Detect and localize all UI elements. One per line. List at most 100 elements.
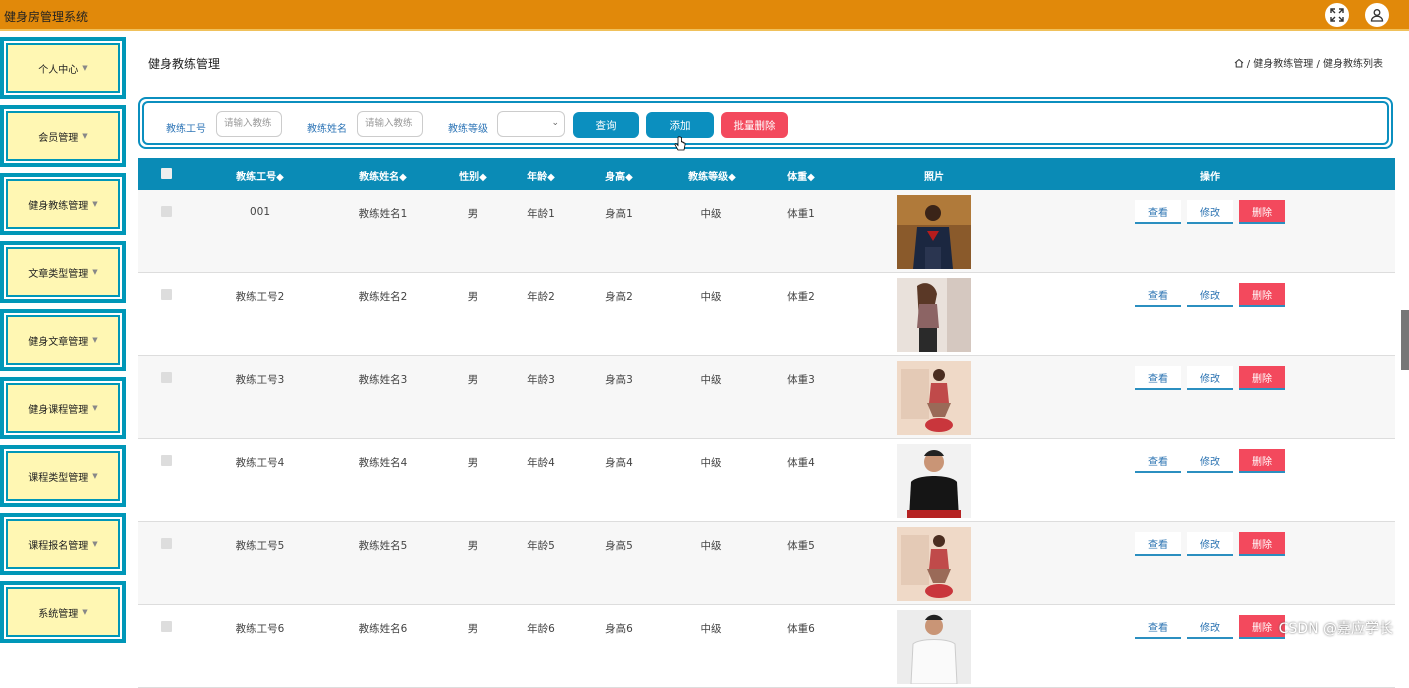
gender-cell: 男	[453, 621, 493, 636]
column-header-actions: 操作	[1190, 168, 1230, 183]
top-header: 健身房管理系统	[0, 0, 1409, 31]
add-button[interactable]: 添加	[646, 112, 714, 138]
main-content: 健身教练管理 / 健身教练管理 / 健身教练列表 教练工号 请输入教练 教练姓名…	[128, 33, 1398, 646]
column-header-age[interactable]: 年龄◆	[521, 168, 561, 183]
row-checkbox[interactable]	[161, 289, 172, 300]
sidebar-item-fitness-article-management[interactable]: 健身文章管理▼	[0, 309, 126, 371]
table-row: 教练工号4 教练姓名4 男 年龄4 身高4 中级 体重4 查看 修改 删除	[138, 439, 1395, 522]
table-row: 教练工号6 教练姓名6 男 年龄6 身高6 中级 体重6 查看 修改 删除	[138, 605, 1395, 688]
weight-cell: 体重3	[776, 372, 826, 387]
height-cell: 身高5	[594, 538, 644, 553]
table-header: 教练工号◆ 教练姓名◆ 性别◆ 年龄◆ 身高◆ 教练等级◆ 体重◆ 照片 操作	[138, 158, 1395, 190]
view-button[interactable]: 查看	[1135, 449, 1181, 473]
view-button[interactable]: 查看	[1135, 532, 1181, 556]
column-header-coach-name[interactable]: 教练姓名◆	[353, 168, 413, 183]
home-icon[interactable]	[1234, 58, 1244, 68]
sidebar-item-label: 文章类型管理	[28, 265, 88, 280]
view-button[interactable]: 查看	[1135, 366, 1181, 390]
search-bar: 教练工号 请输入教练 教练姓名 请输入教练 教练等级 ⌄ 查询 添加 批量删除	[138, 97, 1393, 149]
coach-id-input[interactable]: 请输入教练	[216, 111, 282, 137]
sidebar-item-label: 系统管理	[38, 605, 78, 620]
coach-name-cell: 教练姓名4	[343, 455, 423, 470]
row-checkbox[interactable]	[161, 621, 172, 632]
view-button[interactable]: 查看	[1135, 283, 1181, 307]
view-button[interactable]: 查看	[1135, 200, 1181, 224]
age-cell: 年龄1	[516, 206, 566, 221]
sidebar-item-personal-center[interactable]: 个人中心 ▼	[0, 37, 126, 99]
row-checkbox[interactable]	[161, 538, 172, 549]
sidebar-item-coach-management[interactable]: 健身教练管理▼	[0, 173, 126, 235]
select-all-checkbox[interactable]	[161, 168, 172, 179]
delete-button[interactable]: 删除	[1239, 449, 1285, 473]
caret-down-icon: ▼	[92, 540, 97, 548]
query-button[interactable]: 查询	[573, 112, 639, 138]
coach-id-cell: 教练工号2	[220, 289, 300, 304]
edit-button[interactable]: 修改	[1187, 449, 1233, 473]
delete-button[interactable]: 删除	[1239, 283, 1285, 307]
caret-down-icon: ▼	[82, 132, 87, 140]
height-cell: 身高4	[594, 455, 644, 470]
level-cell: 中级	[686, 621, 736, 636]
delete-button[interactable]: 删除	[1239, 366, 1285, 390]
coach-table: 教练工号◆ 教练姓名◆ 性别◆ 年龄◆ 身高◆ 教练等级◆ 体重◆ 照片 操作 …	[138, 158, 1395, 688]
app-title: 健身房管理系统	[4, 8, 88, 25]
column-header-gender[interactable]: 性别◆	[453, 168, 493, 183]
view-button[interactable]: 查看	[1135, 615, 1181, 639]
coach-id-cell: 教练工号5	[220, 538, 300, 553]
row-checkbox[interactable]	[161, 372, 172, 383]
user-icon	[1370, 8, 1384, 22]
sidebar-item-course-type-management[interactable]: 课程类型管理▼	[0, 445, 126, 507]
delete-button[interactable]: 删除	[1239, 200, 1285, 224]
gender-cell: 男	[453, 455, 493, 470]
hand-cursor-icon	[674, 136, 686, 152]
edit-button[interactable]: 修改	[1187, 200, 1233, 224]
batch-delete-button[interactable]: 批量删除	[721, 112, 788, 138]
column-header-coach-id[interactable]: 教练工号◆	[230, 168, 290, 183]
coach-name-cell: 教练姓名3	[343, 372, 423, 387]
weight-cell: 体重5	[776, 538, 826, 553]
column-header-level[interactable]: 教练等级◆	[680, 168, 744, 183]
sidebar-item-article-type-management[interactable]: 文章类型管理▼	[0, 241, 126, 303]
coach-level-select[interactable]: ⌄	[497, 111, 565, 137]
coach-name-label: 教练姓名	[307, 120, 347, 135]
chevron-down-icon: ⌄	[551, 118, 559, 128]
page-title: 健身教练管理	[148, 55, 220, 72]
sidebar-item-course-management[interactable]: 健身课程管理▼	[0, 377, 126, 439]
delete-button[interactable]: 删除	[1239, 532, 1285, 556]
age-cell: 年龄5	[516, 538, 566, 553]
caret-down-icon: ▼	[92, 200, 97, 208]
coach-name-input[interactable]: 请输入教练	[357, 111, 423, 137]
coach-photo	[897, 444, 971, 518]
coach-id-cell: 教练工号4	[220, 455, 300, 470]
sidebar-item-member-management[interactable]: 会员管理▼	[0, 105, 126, 167]
gender-cell: 男	[453, 206, 493, 221]
edit-button[interactable]: 修改	[1187, 532, 1233, 556]
caret-down-icon: ▼	[82, 64, 87, 72]
sidebar-item-label: 健身文章管理	[28, 333, 88, 348]
row-checkbox[interactable]	[161, 455, 172, 466]
user-menu-button[interactable]	[1365, 3, 1389, 27]
level-cell: 中级	[686, 289, 736, 304]
sidebar-item-system-management[interactable]: 系统管理▼	[0, 581, 126, 643]
sidebar-item-label: 个人中心	[38, 61, 78, 76]
weight-cell: 体重1	[776, 206, 826, 221]
coach-id-cell: 教练工号6	[220, 621, 300, 636]
breadcrumb-path: / 健身教练管理 / 健身教练列表	[1247, 55, 1383, 70]
caret-down-icon: ▼	[92, 472, 97, 480]
watermark: CSDN @嘉应学长	[1279, 618, 1393, 638]
age-cell: 年龄4	[516, 455, 566, 470]
edit-button[interactable]: 修改	[1187, 366, 1233, 390]
scrollbar-thumb[interactable]	[1401, 310, 1409, 370]
coach-photo	[897, 361, 971, 435]
column-header-weight[interactable]: 体重◆	[781, 168, 821, 183]
height-cell: 身高2	[594, 289, 644, 304]
row-checkbox[interactable]	[161, 206, 172, 217]
edit-button[interactable]: 修改	[1187, 615, 1233, 639]
sidebar-item-enrollment-management[interactable]: 课程报名管理▼	[0, 513, 126, 575]
coach-photo	[897, 610, 971, 684]
gender-cell: 男	[453, 289, 493, 304]
column-header-height[interactable]: 身高◆	[599, 168, 639, 183]
level-cell: 中级	[686, 455, 736, 470]
edit-button[interactable]: 修改	[1187, 283, 1233, 307]
fullscreen-button[interactable]	[1325, 3, 1349, 27]
